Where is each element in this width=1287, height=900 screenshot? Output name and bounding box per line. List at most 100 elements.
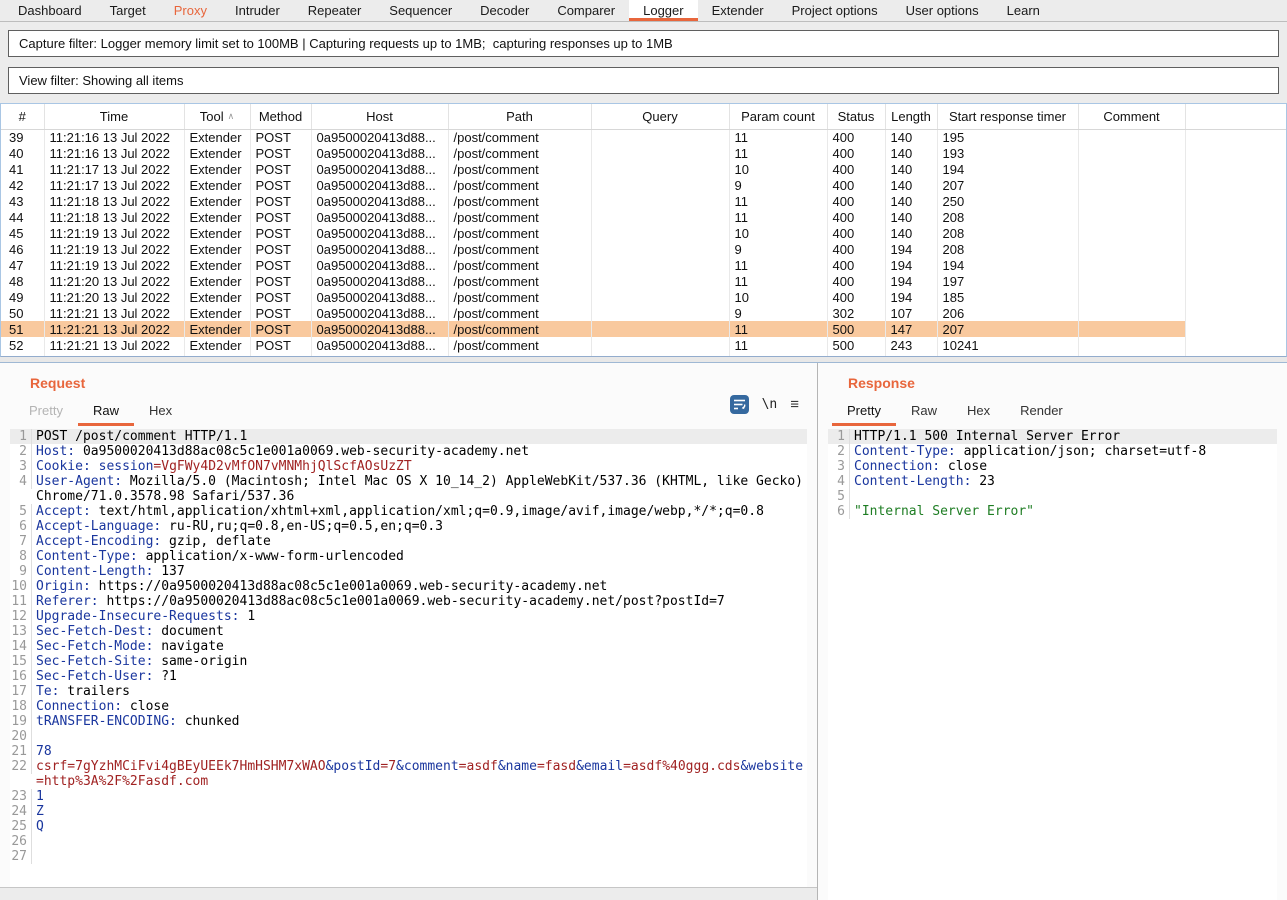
menu-item-project-options[interactable]: Project options (778, 0, 892, 21)
log-row-49[interactable]: 4911:21:20 13 Jul 2022ExtenderPOST0a9500… (1, 289, 1286, 305)
log-row-47[interactable]: 4711:21:19 13 Jul 2022ExtenderPOST0a9500… (1, 257, 1286, 273)
request-line-2: 2Host: 0a9500020413d88ac08c5c1e001a0069.… (10, 444, 807, 459)
log-cell: 0a9500020413d88... (311, 225, 448, 241)
request-editor[interactable]: 1POST /post/comment HTTP/1.12Host: 0a950… (10, 429, 807, 891)
log-cell: 140 (885, 129, 937, 145)
capture-filter-bar[interactable]: Capture filter: Logger memory limit set … (8, 30, 1279, 57)
line-number: 24 (10, 804, 32, 819)
log-cell: 194 (885, 273, 937, 289)
request-line-16: 16Sec-Fetch-User: ?1 (10, 669, 807, 684)
menu-item-sequencer[interactable]: Sequencer (375, 0, 466, 21)
log-row-39[interactable]: 3911:21:16 13 Jul 2022ExtenderPOST0a9500… (1, 129, 1286, 145)
menu-item-logger[interactable]: Logger (629, 0, 697, 21)
request-tab-pretty[interactable]: Pretty (14, 401, 78, 426)
log-cell: 10 (729, 225, 827, 241)
log-cell: Extender (184, 321, 250, 337)
menu-item-extender[interactable]: Extender (698, 0, 778, 21)
request-line-content: 78 (32, 744, 807, 759)
log-row-51[interactable]: 5111:21:21 13 Jul 2022ExtenderPOST0a9500… (1, 321, 1286, 337)
log-cell: Extender (184, 129, 250, 145)
log-row-40[interactable]: 4011:21:16 13 Jul 2022ExtenderPOST0a9500… (1, 145, 1286, 161)
log-row-42[interactable]: 4211:21:17 13 Jul 2022ExtenderPOST0a9500… (1, 177, 1286, 193)
log-row-46[interactable]: 4611:21:19 13 Jul 2022ExtenderPOST0a9500… (1, 241, 1286, 257)
word-wrap-icon[interactable] (730, 395, 749, 414)
log-cell (591, 273, 729, 289)
response-editor[interactable]: 1HTTP/1.1 500 Internal Server Error2Cont… (828, 429, 1277, 900)
response-tab-raw[interactable]: Raw (896, 401, 952, 426)
view-filter-bar[interactable]: View filter: Showing all items (8, 67, 1279, 94)
log-cell: POST (250, 273, 311, 289)
newline-icon[interactable]: \n (762, 397, 778, 412)
column-header-query[interactable]: Query (591, 104, 729, 129)
column-header-blank[interactable]: # (1, 104, 44, 129)
response-tab-pretty[interactable]: Pretty (832, 401, 896, 426)
request-line-content (32, 849, 807, 864)
column-header-tool[interactable]: Tool∧ (184, 104, 250, 129)
log-row-45[interactable]: 4511:21:19 13 Jul 2022ExtenderPOST0a9500… (1, 225, 1286, 241)
column-header-time[interactable]: Time (44, 104, 184, 129)
menu-item-comparer[interactable]: Comparer (543, 0, 629, 21)
log-cell: 0a9500020413d88... (311, 321, 448, 337)
log-cell: 400 (827, 193, 885, 209)
column-header-status[interactable]: Status (827, 104, 885, 129)
log-row-48[interactable]: 4811:21:20 13 Jul 2022ExtenderPOST0a9500… (1, 273, 1286, 289)
log-cell (1078, 273, 1185, 289)
menu-icon[interactable]: ≡ (790, 397, 799, 412)
request-line-12: 12Upgrade-Insecure-Requests: 1 (10, 609, 807, 624)
column-header-start-response-timer[interactable]: Start response timer (937, 104, 1078, 129)
request-line-content (32, 834, 807, 849)
line-number: 25 (10, 819, 32, 834)
response-tab-render[interactable]: Render (1005, 401, 1078, 426)
menu-item-learn[interactable]: Learn (993, 0, 1054, 21)
column-header-comment[interactable]: Comment (1078, 104, 1185, 129)
log-cell: 11:21:21 13 Jul 2022 (44, 321, 184, 337)
log-cell: POST (250, 209, 311, 225)
menu-item-target[interactable]: Target (96, 0, 160, 21)
log-row-41[interactable]: 4111:21:17 13 Jul 2022ExtenderPOST0a9500… (1, 161, 1286, 177)
log-cell: 11 (729, 209, 827, 225)
log-cell: 9 (729, 305, 827, 321)
menu-item-decoder[interactable]: Decoder (466, 0, 543, 21)
request-tab-hex[interactable]: Hex (134, 401, 187, 426)
log-cell: POST (250, 321, 311, 337)
column-header-path[interactable]: Path (448, 104, 591, 129)
log-cell (1078, 145, 1185, 161)
log-cell: 49 (1, 289, 44, 305)
menu-item-repeater[interactable]: Repeater (294, 0, 375, 21)
log-cell: 400 (827, 145, 885, 161)
log-row-43[interactable]: 4311:21:18 13 Jul 2022ExtenderPOST0a9500… (1, 193, 1286, 209)
line-number: 4 (828, 474, 850, 489)
line-number: 6 (828, 504, 850, 519)
log-cell: /post/comment (448, 321, 591, 337)
log-cell (591, 321, 729, 337)
line-number: 3 (10, 459, 32, 474)
menu-item-user-options[interactable]: User options (892, 0, 993, 21)
column-header-blank[interactable] (1185, 104, 1286, 129)
log-cell (1078, 305, 1185, 321)
menu-item-intruder[interactable]: Intruder (221, 0, 294, 21)
log-cell: 11 (729, 145, 827, 161)
column-header-length[interactable]: Length (885, 104, 937, 129)
column-header-param-count[interactable]: Param count (729, 104, 827, 129)
menu-item-dashboard[interactable]: Dashboard (4, 0, 96, 21)
response-line-1: 1HTTP/1.1 500 Internal Server Error (828, 429, 1277, 444)
response-tab-hex[interactable]: Hex (952, 401, 1005, 426)
log-cell: 11:21:21 13 Jul 2022 (44, 337, 184, 353)
log-row-52[interactable]: 5211:21:21 13 Jul 2022ExtenderPOST0a9500… (1, 337, 1286, 353)
log-cell: 0a9500020413d88... (311, 161, 448, 177)
log-cell: /post/comment (448, 161, 591, 177)
request-line-3: 3Cookie: session=VgFWy4D2vMfON7vMNMhjQlS… (10, 459, 807, 474)
request-line-11: 11Referer: https://0a9500020413d88ac08c5… (10, 594, 807, 609)
log-cell: 43 (1, 193, 44, 209)
request-tab-raw[interactable]: Raw (78, 401, 134, 426)
menu-item-proxy[interactable]: Proxy (160, 0, 221, 21)
request-line-content: Sec-Fetch-User: ?1 (32, 669, 807, 684)
log-cell: 0a9500020413d88... (311, 209, 448, 225)
request-line-content: tRANSFER-ENCODING: chunked (32, 714, 807, 729)
log-row-44[interactable]: 4411:21:18 13 Jul 2022ExtenderPOST0a9500… (1, 209, 1286, 225)
column-header-host[interactable]: Host (311, 104, 448, 129)
log-cell: 11:21:19 13 Jul 2022 (44, 241, 184, 257)
request-editor-scrollbar[interactable] (0, 887, 817, 900)
column-header-method[interactable]: Method (250, 104, 311, 129)
log-row-50[interactable]: 5011:21:21 13 Jul 2022ExtenderPOST0a9500… (1, 305, 1286, 321)
